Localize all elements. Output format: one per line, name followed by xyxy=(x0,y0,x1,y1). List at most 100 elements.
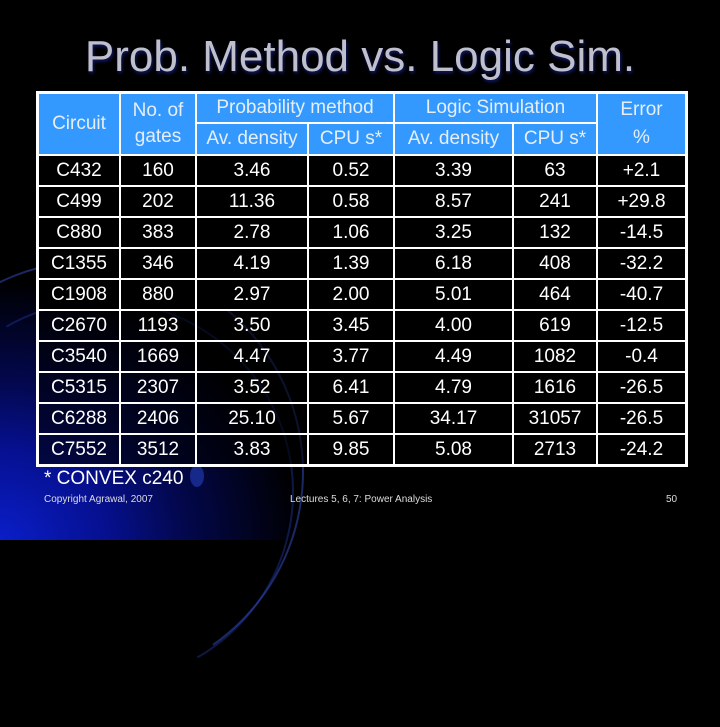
cell-circuit: C2670 xyxy=(36,309,121,342)
cell-circuit: C499 xyxy=(36,185,121,218)
cell-gates: 1669 xyxy=(119,340,197,373)
table-row: C2670 1193 3.50 3.45 4.00 619 -12.5 xyxy=(36,309,688,342)
cell-logic-av-density: 34.17 xyxy=(393,402,514,435)
cell-logic-cpu: 408 xyxy=(512,247,598,280)
cell-prob-cpu: 1.39 xyxy=(307,247,395,280)
cell-prob-cpu: 3.77 xyxy=(307,340,395,373)
header-logic-cpu: CPU s* xyxy=(512,122,598,156)
cell-logic-cpu: 63 xyxy=(512,154,598,187)
cell-prob-av-density: 25.10 xyxy=(195,402,309,435)
table-row: C7552 3512 3.83 9.85 5.08 2713 -24.2 xyxy=(36,433,688,467)
header-gates-line2: gates xyxy=(134,126,182,147)
cell-logic-av-density: 5.08 xyxy=(393,433,514,467)
footnote: * CONVEX c240 xyxy=(44,468,184,489)
cell-error-percent: +29.8 xyxy=(596,185,688,218)
page-number: 50 xyxy=(666,494,678,505)
header-prob-cpu: CPU s* xyxy=(307,122,395,156)
cell-logic-av-density: 4.49 xyxy=(393,340,514,373)
cell-prob-av-density: 3.83 xyxy=(195,433,309,467)
slide-title: Prob. Method vs. Logic Sim. xyxy=(84,32,636,81)
header-gates: No. of gates xyxy=(119,91,197,156)
cell-logic-av-density: 5.01 xyxy=(393,278,514,311)
table-row: C1355 346 4.19 1.39 6.18 408 -32.2 xyxy=(36,247,688,280)
cell-prob-av-density: 3.52 xyxy=(195,371,309,404)
cell-logic-cpu: 241 xyxy=(512,185,598,218)
cell-logic-cpu: 2713 xyxy=(512,433,598,467)
cell-logic-cpu: 464 xyxy=(512,278,598,311)
cell-logic-av-density: 4.00 xyxy=(393,309,514,342)
cell-logic-av-density: 3.25 xyxy=(393,216,514,249)
header-gates-line1: No. of xyxy=(132,100,184,121)
cell-logic-cpu: 1616 xyxy=(512,371,598,404)
table-row: C499 202 11.36 0.58 8.57 241 +29.8 xyxy=(36,185,688,218)
table-row: C5315 2307 3.52 6.41 4.79 1616 -26.5 xyxy=(36,371,688,404)
header-circuit: Circuit xyxy=(36,91,121,156)
cell-gates: 880 xyxy=(119,278,197,311)
cell-prob-cpu: 1.06 xyxy=(307,216,395,249)
cell-circuit: C1908 xyxy=(36,278,121,311)
cell-prob-cpu: 9.85 xyxy=(307,433,395,467)
cell-logic-cpu: 31057 xyxy=(512,402,598,435)
header-row-1: Circuit No. of gates Probability method … xyxy=(36,91,688,156)
cell-circuit: C3540 xyxy=(36,340,121,373)
cell-gates: 346 xyxy=(119,247,197,280)
cell-error-percent: -26.5 xyxy=(596,371,688,404)
cell-logic-av-density: 6.18 xyxy=(393,247,514,280)
cell-error-percent: -24.2 xyxy=(596,433,688,467)
footer-lecture: Lectures 5, 6, 7: Power Analysis xyxy=(290,494,433,505)
cell-circuit: C880 xyxy=(36,216,121,249)
cell-logic-cpu: 1082 xyxy=(512,340,598,373)
cell-prob-av-density: 3.46 xyxy=(195,154,309,187)
cell-error-percent: -32.2 xyxy=(596,247,688,280)
header-logic-av-density: Av. density xyxy=(393,122,514,156)
table-row: C3540 1669 4.47 3.77 4.49 1082 -0.4 xyxy=(36,340,688,373)
cell-logic-av-density: 8.57 xyxy=(393,185,514,218)
cell-error-percent: -26.5 xyxy=(596,402,688,435)
cell-gates: 1193 xyxy=(119,309,197,342)
cell-gates: 2307 xyxy=(119,371,197,404)
cell-gates: 2406 xyxy=(119,402,197,435)
cell-prob-av-density: 11.36 xyxy=(195,185,309,218)
cell-error-percent: -14.5 xyxy=(596,216,688,249)
cell-logic-av-density: 3.39 xyxy=(393,154,514,187)
cell-prob-cpu: 0.52 xyxy=(307,154,395,187)
cell-logic-cpu: 132 xyxy=(512,216,598,249)
cell-circuit: C6288 xyxy=(36,402,121,435)
cell-circuit: C5315 xyxy=(36,371,121,404)
cell-error-percent: -0.4 xyxy=(596,340,688,373)
cell-gates: 202 xyxy=(119,185,197,218)
cell-circuit: C1355 xyxy=(36,247,121,280)
cell-prob-cpu: 5.67 xyxy=(307,402,395,435)
header-prob-av-density: Av. density xyxy=(195,122,309,156)
footer-copyright: Copyright Agrawal, 2007 xyxy=(44,494,153,505)
cell-error-percent: -40.7 xyxy=(596,278,688,311)
table-row: C432 160 3.46 0.52 3.39 63 +2.1 xyxy=(36,154,688,187)
cell-logic-av-density: 4.79 xyxy=(393,371,514,404)
cell-prob-av-density: 2.78 xyxy=(195,216,309,249)
cell-logic-cpu: 619 xyxy=(512,309,598,342)
cell-error-percent: +2.1 xyxy=(596,154,688,187)
cell-prob-cpu: 3.45 xyxy=(307,309,395,342)
comparison-table: Circuit No. of gates Probability method … xyxy=(36,91,688,467)
cell-prob-av-density: 2.97 xyxy=(195,278,309,311)
header-error-line2: % xyxy=(633,127,650,148)
cell-prob-av-density: 3.50 xyxy=(195,309,309,342)
cell-prob-av-density: 4.47 xyxy=(195,340,309,373)
table-row: C6288 2406 25.10 5.67 34.17 31057 -26.5 xyxy=(36,402,688,435)
header-error-line1: Error xyxy=(620,99,663,120)
header-probability-method: Probability method xyxy=(195,91,395,124)
cell-circuit: C432 xyxy=(36,154,121,187)
header-error: Error % xyxy=(596,91,688,156)
cell-prob-cpu: 6.41 xyxy=(307,371,395,404)
cell-error-percent: -12.5 xyxy=(596,309,688,342)
cell-prob-cpu: 0.58 xyxy=(307,185,395,218)
cell-prob-cpu: 2.00 xyxy=(307,278,395,311)
table-row: C1908 880 2.97 2.00 5.01 464 -40.7 xyxy=(36,278,688,311)
cell-gates: 383 xyxy=(119,216,197,249)
cell-prob-av-density: 4.19 xyxy=(195,247,309,280)
cell-gates: 3512 xyxy=(119,433,197,467)
header-logic-simulation: Logic Simulation xyxy=(393,91,598,124)
table-body: C432 160 3.46 0.52 3.39 63 +2.1 C499 202 11.36 0.5… xyxy=(36,154,688,467)
cell-circuit: C7552 xyxy=(36,433,121,467)
cell-gates: 160 xyxy=(119,154,197,187)
